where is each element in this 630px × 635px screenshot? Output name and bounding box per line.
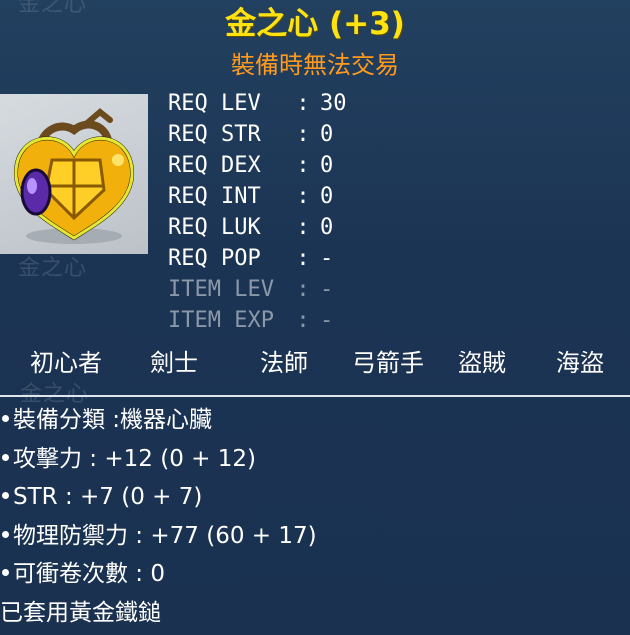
bullet (2, 453, 9, 461)
item-level: ITEM LEV: - (168, 277, 334, 302)
stat-str: STR : +7 (0 + 7) (0, 481, 317, 520)
job-list: 初心者 劍士 法師 弓箭手 盜賊 海盜 (0, 343, 630, 379)
req-pop: REQ POP: - (168, 246, 334, 271)
job-magician: 法師 (260, 349, 308, 377)
bullet (2, 530, 9, 538)
req-dex: REQ DEX:0 (168, 153, 334, 178)
job-pirate: 海盜 (556, 349, 604, 377)
stat-golden-hammer: 已套用黃金鐵鎚 (0, 599, 161, 626)
item-exp: ITEM EXP: - (168, 308, 334, 333)
requirements-list: REQ LEV:30 REQ STR:0 REQ DEX:0 REQ INT:0… (168, 88, 347, 336)
bullet (2, 415, 9, 422)
req-luk: REQ LUK:0 (168, 215, 334, 240)
item-icon-frame (0, 94, 148, 254)
golden-heart-icon (13, 108, 135, 244)
item-title: 金之心 (+3) (225, 6, 405, 42)
job-bowman: 弓箭手 (352, 349, 424, 377)
job-warrior: 劍士 (150, 349, 198, 377)
stat-category: 裝備分類 :機器心臟 (0, 404, 317, 443)
stat-attack: 攻擊力 : +12 (0 + 12) (0, 443, 317, 482)
ghost-item-name: 金之心 (18, 256, 88, 281)
job-beginner: 初心者 (30, 349, 102, 377)
bullet (2, 569, 9, 576)
divider (0, 395, 630, 397)
req-int: REQ INT:0 (168, 184, 334, 209)
bullet (2, 492, 9, 499)
stat-list: 裝備分類 :機器心臟 攻擊力 : +12 (0 + 12) STR : +7 (… (0, 404, 317, 635)
job-thief: 盜賊 (458, 349, 506, 377)
req-level: REQ LEV:30 (168, 91, 347, 116)
req-str: REQ STR:0 (168, 122, 334, 147)
item-tooltip: 金之心 金之心 金之心 金之心 (+3) 裝備時無法交易 REQ LEV:30 … (0, 0, 630, 635)
trade-notice: 裝備時無法交易 (231, 51, 399, 79)
stat-upgrade-slots: 可衝卷次數 : 0 (0, 558, 317, 597)
stat-weapon-defense: 物理防禦力 : +77 (60 + 17) (0, 520, 317, 559)
